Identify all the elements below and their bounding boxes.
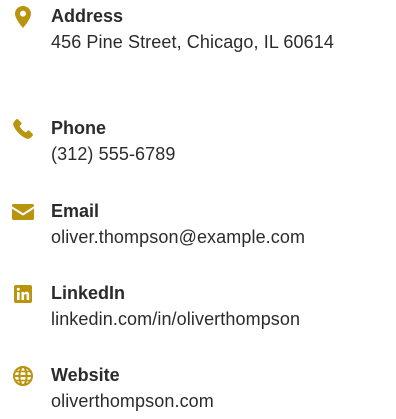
address-label: Address — [51, 6, 124, 26]
globe-icon — [10, 366, 36, 386]
website-label: Website — [51, 365, 120, 385]
map-pin-icon — [10, 6, 36, 28]
contact-list: Address 456 Pine Street, Chicago, IL 606… — [0, 0, 396, 419]
phone-value[interactable]: (312) 555-6789 — [51, 141, 391, 168]
phone-label: Phone — [51, 118, 107, 138]
email-label: Email — [51, 201, 100, 221]
envelope-icon — [10, 202, 36, 222]
linkedin-label: LinkedIn — [51, 283, 126, 303]
linkedin-value[interactable]: linkedin.com/in/oliverthompson — [51, 306, 391, 333]
address-value[interactable]: 456 Pine Street, Chicago, IL 60614 — [51, 29, 391, 56]
email-value[interactable]: oliver.thompson@example.com — [51, 224, 391, 251]
website-value[interactable]: oliverthompson.com — [51, 388, 391, 415]
phone-icon — [10, 119, 36, 139]
linkedin-icon — [10, 284, 36, 304]
